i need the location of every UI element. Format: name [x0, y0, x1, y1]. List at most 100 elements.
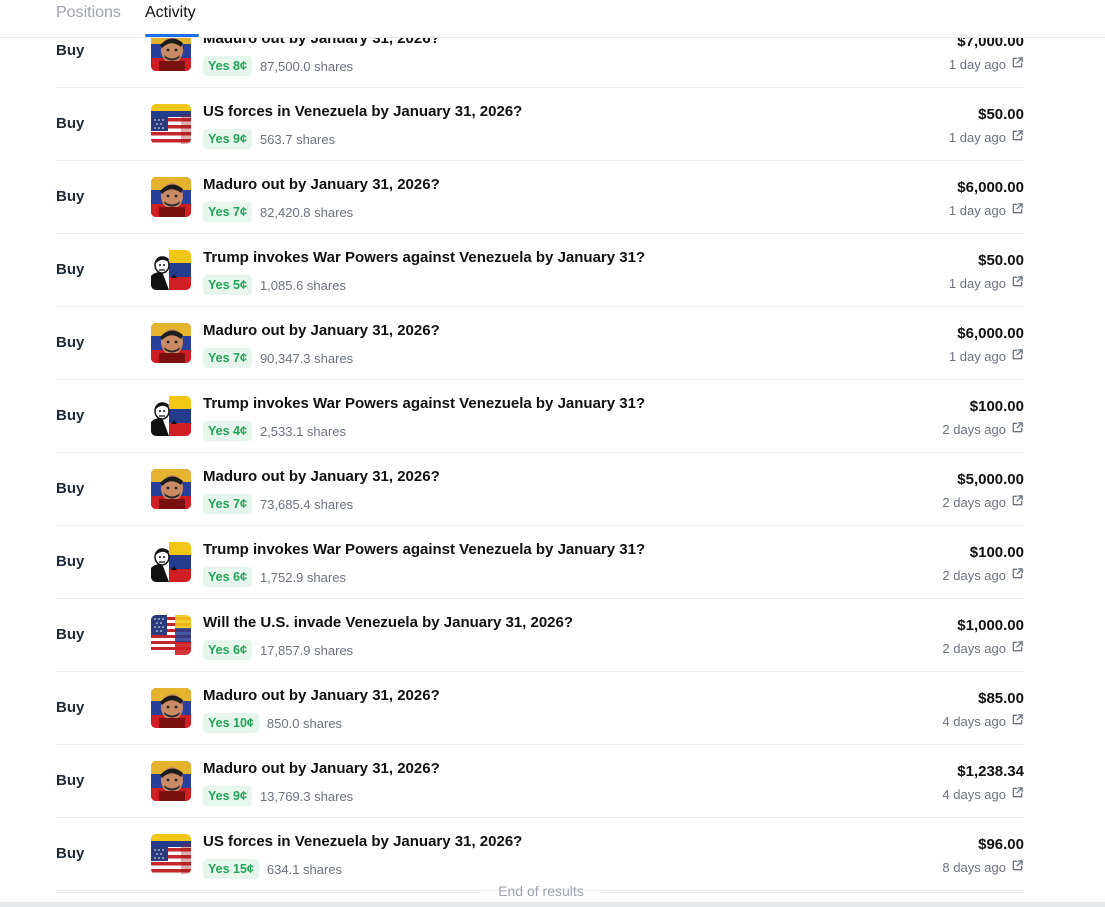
share-count: 73,685.4 shares	[259, 496, 354, 512]
trade-amount: $50.00	[978, 252, 1024, 269]
maduro-icon[interactable]	[151, 469, 191, 509]
trade-side: Buy	[56, 626, 85, 643]
trade-amount: $85.00	[978, 690, 1024, 707]
share-count: 1,752.9 shares	[259, 569, 346, 585]
activity-row[interactable]: Buy Maduro out by January 31, 2026? Yes 10…	[56, 672, 1024, 745]
trade-meta: Yes 9¢ 13,769.3 shares	[203, 786, 353, 806]
trump-venezuela-icon[interactable]	[151, 250, 191, 290]
market-title[interactable]: Trump invokes War Powers against Venezue…	[203, 541, 645, 558]
activity-row[interactable]: Buy Maduro out by January 31, 2026? Yes 7¢…	[56, 161, 1024, 234]
external-link-icon[interactable]	[1011, 275, 1024, 291]
activity-row[interactable]: Buy Maduro out by January 31, 2026? Yes 7¢…	[56, 453, 1024, 526]
trade-time: 1 day ago	[949, 202, 1024, 218]
maduro-icon[interactable]	[151, 177, 191, 217]
trade-amount: $6,000.00	[957, 325, 1024, 342]
trade-amount: $50.00	[978, 106, 1024, 123]
us-venezuela-flag-icon[interactable]	[151, 834, 191, 874]
trade-meta: Yes 6¢ 17,857.9 shares	[203, 640, 353, 660]
market-title[interactable]: Maduro out by January 31, 2026?	[203, 687, 440, 704]
external-link-icon[interactable]	[1011, 713, 1024, 729]
external-link-icon[interactable]	[1011, 56, 1024, 72]
share-count: 563.7 shares	[259, 131, 336, 147]
share-count: 82,420.8 shares	[259, 204, 354, 220]
activity-row[interactable]: Buy US forces in Venezuela by January 31,…	[56, 818, 1024, 891]
activity-list: Buy Maduro out by January 31, 2026? Yes 8¢…	[0, 15, 1105, 891]
end-of-results: End of results	[0, 882, 1105, 902]
outcome-price-badge: Yes 8¢	[203, 56, 252, 76]
market-title[interactable]: Maduro out by January 31, 2026?	[203, 176, 440, 193]
external-link-icon[interactable]	[1011, 786, 1024, 802]
activity-row[interactable]: Buy US forces in Venezuela by January 31,…	[56, 88, 1024, 161]
trade-meta: Yes 8¢ 87,500.0 shares	[203, 56, 353, 76]
trade-time: 4 days ago	[942, 713, 1024, 729]
bottom-border	[0, 902, 1105, 907]
share-count: 850.0 shares	[266, 715, 343, 731]
maduro-icon[interactable]	[151, 323, 191, 363]
activity-row[interactable]: Buy Maduro out by January 31, 2026? Yes 9¢…	[56, 745, 1024, 818]
trump-venezuela-icon[interactable]	[151, 396, 191, 436]
market-title[interactable]: US forces in Venezuela by January 31, 20…	[203, 833, 522, 850]
trade-time: 1 day ago	[949, 129, 1024, 145]
trade-time: 2 days ago	[942, 421, 1024, 437]
maduro-icon[interactable]	[151, 761, 191, 801]
trade-side: Buy	[56, 699, 85, 716]
outcome-price-badge: Yes 9¢	[203, 786, 252, 806]
market-title[interactable]: Maduro out by January 31, 2026?	[203, 760, 440, 777]
outcome-price-badge: Yes 6¢	[203, 567, 252, 587]
external-link-icon[interactable]	[1011, 567, 1024, 583]
trade-time-text: 2 days ago	[942, 567, 1006, 583]
trade-meta: Yes 4¢ 2,533.1 shares	[203, 421, 346, 441]
external-link-icon[interactable]	[1011, 640, 1024, 656]
market-title[interactable]: Maduro out by January 31, 2026?	[203, 322, 440, 339]
tab-positions[interactable]: Positions	[56, 4, 121, 22]
active-tab-indicator	[145, 34, 199, 37]
trade-time-text: 1 day ago	[948, 202, 1006, 218]
trade-time: 2 days ago	[942, 494, 1024, 510]
trade-amount: $1,000.00	[957, 617, 1024, 634]
trade-amount: $100.00	[969, 544, 1024, 561]
trade-amount: $96.00	[978, 836, 1024, 853]
trade-meta: Yes 7¢ 90,347.3 shares	[203, 348, 353, 368]
activity-row[interactable]: Buy Will the U.S. invade Venezuela by Jan…	[56, 599, 1024, 672]
outcome-price-badge: Yes 6¢	[203, 640, 252, 660]
market-title[interactable]: Maduro out by January 31, 2026?	[203, 468, 440, 485]
outcome-price-badge: Yes 10¢	[203, 713, 259, 733]
us-venezuela-flag-icon[interactable]	[151, 104, 191, 144]
trade-side: Buy	[56, 115, 85, 132]
trade-time: 1 day ago	[949, 348, 1024, 364]
tab-activity[interactable]: Activity	[145, 4, 196, 22]
trade-meta: Yes 7¢ 82,420.8 shares	[203, 202, 353, 222]
outcome-price-badge: Yes 15¢	[203, 859, 259, 879]
trade-amount: $100.00	[969, 398, 1024, 415]
trade-meta: Yes 9¢ 563.7 shares	[203, 129, 335, 149]
external-link-icon[interactable]	[1011, 859, 1024, 875]
activity-row[interactable]: Buy Trump invokes War Powers against Vene…	[56, 380, 1024, 453]
end-of-results-text: End of results	[498, 883, 584, 899]
share-count: 2,533.1 shares	[259, 423, 346, 439]
external-link-icon[interactable]	[1011, 494, 1024, 510]
trade-amount: $1,238.34	[957, 763, 1024, 780]
trade-time: 8 days ago	[942, 859, 1024, 875]
external-link-icon[interactable]	[1011, 421, 1024, 437]
share-count: 90,347.3 shares	[259, 350, 354, 366]
activity-row[interactable]: Buy Maduro out by January 31, 2026? Yes 7¢…	[56, 307, 1024, 380]
trade-time-text: 2 days ago	[942, 421, 1006, 437]
trade-time-text: 2 days ago	[942, 494, 1006, 510]
external-link-icon[interactable]	[1011, 129, 1024, 145]
external-link-icon[interactable]	[1011, 348, 1024, 364]
share-count: 1,085.6 shares	[259, 277, 346, 293]
share-count: 634.1 shares	[266, 861, 343, 877]
external-link-icon[interactable]	[1011, 202, 1024, 218]
activity-row[interactable]: Buy Trump invokes War Powers against Vene…	[56, 234, 1024, 307]
activity-row[interactable]: Buy Trump invokes War Powers against Vene…	[56, 526, 1024, 599]
trade-side: Buy	[56, 845, 85, 862]
trade-side: Buy	[56, 407, 85, 424]
market-title[interactable]: US forces in Venezuela by January 31, 20…	[203, 103, 522, 120]
market-title[interactable]: Trump invokes War Powers against Venezue…	[203, 395, 645, 412]
trump-venezuela-icon[interactable]	[151, 542, 191, 582]
us-venezuela-split-flag-icon[interactable]	[151, 615, 191, 655]
market-title[interactable]: Trump invokes War Powers against Venezue…	[203, 249, 645, 266]
maduro-icon[interactable]	[151, 688, 191, 728]
divider	[603, 892, 1024, 893]
market-title[interactable]: Will the U.S. invade Venezuela by Januar…	[203, 614, 573, 631]
